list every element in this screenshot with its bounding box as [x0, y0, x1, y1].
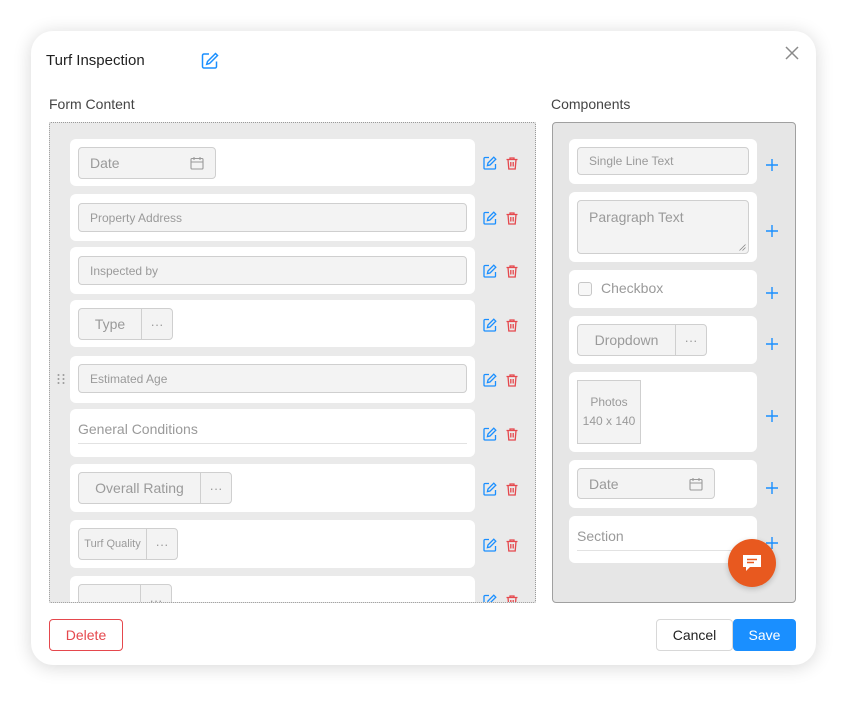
partial-dropdown[interactable]: ··· — [78, 584, 172, 603]
more-icon[interactable]: ··· — [142, 309, 172, 339]
type-dropdown[interactable]: Type ··· — [78, 308, 173, 340]
more-icon[interactable]: ··· — [147, 529, 177, 559]
property-address-input[interactable]: Property Address — [78, 203, 467, 232]
edit-title-icon[interactable] — [200, 51, 220, 71]
row-actions — [483, 482, 519, 496]
plus-icon[interactable] — [765, 481, 779, 495]
paragraph-text-preview: Paragraph Text — [577, 200, 749, 254]
section-preview: Section — [577, 528, 749, 551]
edit-icon[interactable] — [483, 156, 497, 170]
date-input[interactable]: Date — [78, 147, 216, 179]
trash-icon[interactable] — [505, 427, 519, 441]
edit-icon[interactable] — [483, 318, 497, 332]
plus-icon[interactable] — [765, 337, 779, 351]
cancel-button[interactable]: Cancel — [656, 619, 733, 651]
dropdown-preview: Dropdown ··· — [577, 324, 707, 356]
edit-icon[interactable] — [483, 594, 497, 603]
partial-label — [79, 585, 141, 602]
form-field-inspected-by[interactable]: Inspected by — [70, 247, 475, 294]
row-actions — [483, 373, 519, 387]
close-icon[interactable] — [783, 44, 801, 62]
components-panel: Single Line Text Paragraph Text Checkbox… — [552, 122, 796, 603]
drag-handle-icon[interactable] — [56, 373, 66, 385]
photos-preview: Photos 140 x 140 — [577, 380, 641, 444]
component-date[interactable]: Date — [569, 460, 757, 508]
trash-icon[interactable] — [505, 156, 519, 170]
row-actions — [483, 538, 519, 552]
plus-icon[interactable] — [765, 224, 779, 238]
checkbox-label: Checkbox — [601, 280, 664, 296]
component-checkbox[interactable]: Checkbox — [569, 270, 757, 308]
row-actions — [483, 427, 519, 441]
general-conditions-input[interactable]: General Conditions — [78, 421, 467, 444]
modal-title: Turf Inspection — [46, 52, 145, 69]
edit-icon[interactable] — [483, 427, 497, 441]
form-builder-modal: Turf Inspection Form Content Components … — [31, 31, 816, 665]
trash-icon[interactable] — [505, 264, 519, 278]
plus-icon[interactable] — [765, 409, 779, 423]
edit-icon[interactable] — [483, 264, 497, 278]
overall-rating-label: Overall Rating — [79, 473, 201, 503]
estimated-age-input[interactable]: Estimated Age — [78, 364, 467, 393]
edit-icon[interactable] — [483, 373, 497, 387]
trash-icon[interactable] — [505, 373, 519, 387]
turf-quality-label: Turf Quality — [79, 529, 147, 559]
form-field-turf-quality[interactable]: Turf Quality ··· — [70, 520, 475, 568]
trash-icon[interactable] — [505, 594, 519, 603]
more-icon[interactable]: ··· — [201, 473, 231, 503]
edit-icon[interactable] — [483, 211, 497, 225]
chat-button[interactable] — [728, 539, 776, 587]
row-actions — [483, 594, 519, 603]
form-content-panel: Date Property Address Inspected by Type … — [49, 122, 536, 603]
inspected-by-input[interactable]: Inspected by — [78, 256, 467, 285]
turf-quality-dropdown[interactable]: Turf Quality ··· — [78, 528, 178, 560]
calendar-icon — [190, 157, 204, 170]
plus-icon[interactable] — [765, 158, 779, 172]
edit-icon[interactable] — [483, 482, 497, 496]
component-photos[interactable]: Photos 140 x 140 — [569, 372, 757, 452]
photos-size: 140 x 140 — [582, 414, 636, 428]
plus-icon[interactable] — [765, 286, 779, 300]
form-field-estimated-age[interactable]: Estimated Age — [70, 356, 475, 403]
component-dropdown[interactable]: Dropdown ··· — [569, 316, 757, 364]
type-label: Type — [79, 309, 142, 339]
save-button[interactable]: Save — [733, 619, 796, 651]
form-field-partial[interactable]: ··· — [70, 576, 475, 603]
more-icon: ··· — [684, 332, 698, 348]
single-line-text-preview: Single Line Text — [577, 147, 749, 175]
trash-icon[interactable] — [505, 538, 519, 552]
form-field-property-address[interactable]: Property Address — [70, 194, 475, 241]
paragraph-text-label: Paragraph Text — [589, 209, 684, 225]
trash-icon[interactable] — [505, 318, 519, 332]
row-actions — [483, 318, 519, 332]
delete-button[interactable]: Delete — [49, 619, 123, 651]
row-actions — [483, 156, 519, 170]
edit-icon[interactable] — [483, 538, 497, 552]
date-placeholder: Date — [90, 155, 120, 171]
trash-icon[interactable] — [505, 211, 519, 225]
row-actions — [483, 211, 519, 225]
form-field-date[interactable]: Date — [70, 139, 475, 186]
row-actions — [483, 264, 519, 278]
checkbox-preview — [578, 282, 592, 296]
chat-icon — [743, 555, 761, 571]
date-preview: Date — [577, 468, 715, 499]
overall-rating-dropdown[interactable]: Overall Rating ··· — [78, 472, 232, 504]
form-field-type[interactable]: Type ··· — [70, 300, 475, 347]
dropdown-label: Dropdown — [578, 325, 676, 355]
form-content-label: Form Content — [49, 96, 135, 112]
components-label: Components — [551, 96, 631, 112]
more-icon[interactable]: ··· — [141, 585, 171, 603]
trash-icon[interactable] — [505, 482, 519, 496]
resize-handle-icon — [739, 244, 746, 251]
date-label: Date — [589, 475, 619, 492]
form-field-overall-rating[interactable]: Overall Rating ··· — [70, 464, 475, 512]
component-paragraph-text[interactable]: Paragraph Text — [569, 192, 757, 262]
photos-label: Photos — [590, 395, 628, 409]
component-single-line-text[interactable]: Single Line Text — [569, 139, 757, 184]
form-field-general-conditions[interactable]: General Conditions — [70, 409, 475, 457]
calendar-icon — [689, 477, 703, 491]
